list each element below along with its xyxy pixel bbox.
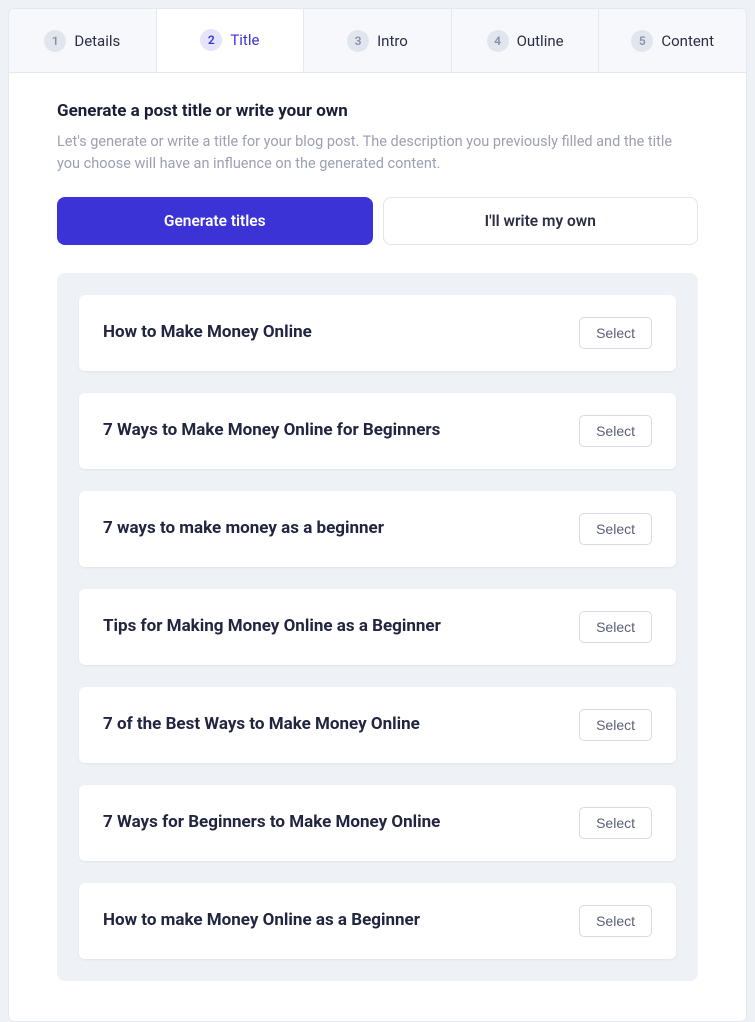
select-button[interactable]: Select bbox=[579, 611, 652, 643]
title-suggestion: 7 Ways for Beginners to Make Money Onlin… bbox=[79, 785, 676, 861]
title-suggestion: 7 Ways to Make Money Online for Beginner… bbox=[79, 393, 676, 469]
tab-number: 1 bbox=[44, 30, 66, 52]
title-suggestion: How to Make Money Online Select bbox=[79, 295, 676, 371]
tab-number: 3 bbox=[347, 30, 369, 52]
tab-intro[interactable]: 3 Intro bbox=[304, 9, 452, 72]
select-button[interactable]: Select bbox=[579, 709, 652, 741]
wizard-panel: 1 Details 2 Title 3 Intro 4 Outline 5 Co… bbox=[8, 8, 747, 1022]
suggestion-text: How to make Money Online as a Beginner bbox=[103, 909, 420, 931]
select-button[interactable]: Select bbox=[579, 905, 652, 937]
tab-label: Intro bbox=[377, 32, 408, 50]
tab-label: Title bbox=[230, 31, 259, 49]
tab-label: Outline bbox=[517, 32, 564, 50]
suggestion-text: 7 Ways for Beginners to Make Money Onlin… bbox=[103, 811, 440, 833]
title-suggestion: 7 of the Best Ways to Make Money Online … bbox=[79, 687, 676, 763]
tab-content-area: Generate a post title or write your own … bbox=[9, 73, 746, 1021]
select-button[interactable]: Select bbox=[579, 807, 652, 839]
title-suggestion: 7 ways to make money as a beginner Selec… bbox=[79, 491, 676, 567]
wizard-tabs: 1 Details 2 Title 3 Intro 4 Outline 5 Co… bbox=[9, 9, 746, 73]
title-suggestion: How to make Money Online as a Beginner S… bbox=[79, 883, 676, 959]
write-own-button[interactable]: I'll write my own bbox=[383, 197, 699, 245]
mode-toggle: Generate titles I'll write my own bbox=[57, 197, 698, 245]
suggestion-text: Tips for Making Money Online as a Beginn… bbox=[103, 615, 441, 637]
title-suggestions-list: How to Make Money Online Select 7 Ways t… bbox=[57, 273, 698, 981]
tab-number: 4 bbox=[487, 30, 509, 52]
tab-number: 5 bbox=[631, 30, 653, 52]
select-button[interactable]: Select bbox=[579, 415, 652, 447]
title-suggestion: Tips for Making Money Online as a Beginn… bbox=[79, 589, 676, 665]
tab-label: Content bbox=[661, 32, 714, 50]
tab-label: Details bbox=[74, 32, 120, 50]
select-button[interactable]: Select bbox=[579, 513, 652, 545]
suggestion-text: 7 of the Best Ways to Make Money Online bbox=[103, 713, 420, 735]
tab-content[interactable]: 5 Content bbox=[599, 9, 746, 72]
suggestion-text: 7 ways to make money as a beginner bbox=[103, 517, 384, 539]
generate-titles-button[interactable]: Generate titles bbox=[57, 197, 373, 245]
tab-number: 2 bbox=[200, 29, 222, 51]
section-heading: Generate a post title or write your own bbox=[57, 101, 698, 121]
section-description: Let's generate or write a title for your… bbox=[57, 131, 698, 175]
tab-details[interactable]: 1 Details bbox=[9, 9, 157, 72]
select-button[interactable]: Select bbox=[579, 317, 652, 349]
tab-outline[interactable]: 4 Outline bbox=[452, 9, 600, 72]
tab-title[interactable]: 2 Title bbox=[157, 9, 305, 72]
suggestion-text: How to Make Money Online bbox=[103, 321, 312, 343]
suggestion-text: 7 Ways to Make Money Online for Beginner… bbox=[103, 419, 440, 441]
